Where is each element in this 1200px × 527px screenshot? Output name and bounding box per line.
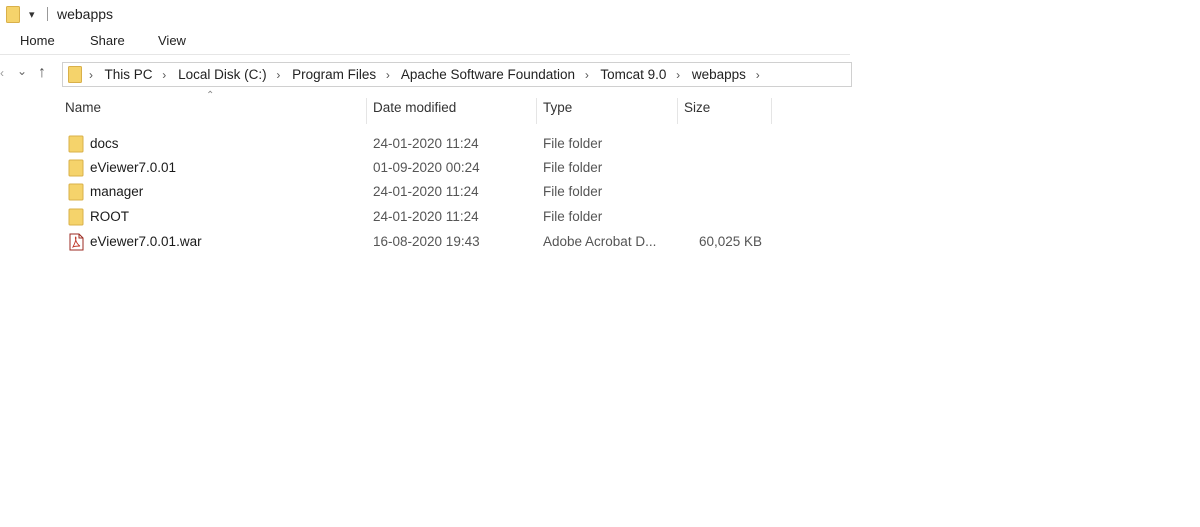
folder-icon xyxy=(68,183,84,201)
file-name: ROOT xyxy=(90,209,129,224)
file-date: 24-01-2020 11:24 xyxy=(373,136,479,151)
chevron-right-icon[interactable]: › xyxy=(676,68,680,82)
file-date: 16-08-2020 19:43 xyxy=(373,234,480,249)
chevron-right-icon[interactable]: › xyxy=(386,68,390,82)
crumb-tomcat[interactable]: Tomcat 9.0 xyxy=(600,67,666,82)
list-item[interactable]: docs 24-01-2020 11:24 File folder xyxy=(62,132,842,156)
file-type: Adobe Acrobat D... xyxy=(543,234,657,249)
tab-share[interactable]: Share xyxy=(90,33,125,48)
list-item[interactable]: eViewer7.0.01.war 16-08-2020 19:43 Adobe… xyxy=(62,230,842,254)
column-divider[interactable] xyxy=(677,98,678,124)
file-size: 60,025 KB xyxy=(698,234,762,249)
file-date: 24-01-2020 11:24 xyxy=(373,184,479,199)
chevron-right-icon[interactable]: › xyxy=(89,68,93,82)
folder-icon xyxy=(68,66,82,83)
crumb-apache[interactable]: Apache Software Foundation xyxy=(401,67,575,82)
file-date: 24-01-2020 11:24 xyxy=(373,209,479,224)
ribbon: Home Share View xyxy=(0,30,850,55)
file-type: File folder xyxy=(543,160,603,175)
file-type: File folder xyxy=(543,209,603,224)
title-bar: ▾ webapps xyxy=(0,0,850,30)
file-name: manager xyxy=(90,184,144,199)
file-name: docs xyxy=(90,136,119,151)
file-name: eViewer7.0.01 xyxy=(90,160,177,175)
back-arrow-icon[interactable]: ‹ xyxy=(0,66,4,80)
tab-view[interactable]: View xyxy=(158,33,186,48)
chevron-down-icon[interactable]: ⌄ xyxy=(17,64,27,78)
chevron-right-icon[interactable]: › xyxy=(585,68,589,82)
column-divider[interactable] xyxy=(536,98,537,124)
crumb-local-disk[interactable]: Local Disk (C:) xyxy=(178,67,267,82)
crumb-webapps[interactable]: webapps xyxy=(692,67,746,82)
column-header-size[interactable]: Size xyxy=(684,100,710,122)
breadcrumb: › This PC › Local Disk (C:) › Program Fi… xyxy=(89,67,768,82)
file-date: 01-09-2020 00:24 xyxy=(373,160,480,175)
crumb-this-pc[interactable]: This PC xyxy=(105,67,153,82)
chevron-right-icon[interactable]: › xyxy=(276,68,280,82)
window-title: webapps xyxy=(57,6,114,22)
list-item[interactable]: manager 24-01-2020 11:24 File folder xyxy=(62,180,842,204)
title-divider xyxy=(47,7,48,21)
acrobat-file-icon xyxy=(69,233,84,251)
column-divider[interactable] xyxy=(366,98,367,124)
file-type: File folder xyxy=(543,184,603,199)
folder-icon xyxy=(68,208,84,226)
file-type: File folder xyxy=(543,136,603,151)
crumb-program-files[interactable]: Program Files xyxy=(292,67,376,82)
column-header-name[interactable]: Name xyxy=(65,100,101,122)
list-item[interactable]: eViewer7.0.01 01-09-2020 00:24 File fold… xyxy=(62,156,842,180)
up-arrow-icon[interactable]: ↑ xyxy=(38,64,46,82)
folder-icon xyxy=(68,135,84,153)
column-divider[interactable] xyxy=(771,98,772,124)
address-bar[interactable]: › This PC › Local Disk (C:) › Program Fi… xyxy=(62,62,852,87)
column-header-date[interactable]: Date modified xyxy=(373,100,456,122)
chevron-right-icon[interactable]: › xyxy=(162,68,166,82)
column-header-type[interactable]: Type xyxy=(543,100,572,122)
folder-icon xyxy=(6,6,20,23)
sort-ascending-icon: ⌃ xyxy=(206,90,215,101)
tab-home[interactable]: Home xyxy=(20,33,55,48)
folder-icon xyxy=(68,159,84,177)
list-item[interactable]: ROOT 24-01-2020 11:24 File folder xyxy=(62,205,842,229)
dropdown-arrow-icon[interactable]: ▾ xyxy=(29,8,35,21)
file-name: eViewer7.0.01.war xyxy=(90,234,202,249)
chevron-right-icon[interactable]: › xyxy=(756,68,760,82)
